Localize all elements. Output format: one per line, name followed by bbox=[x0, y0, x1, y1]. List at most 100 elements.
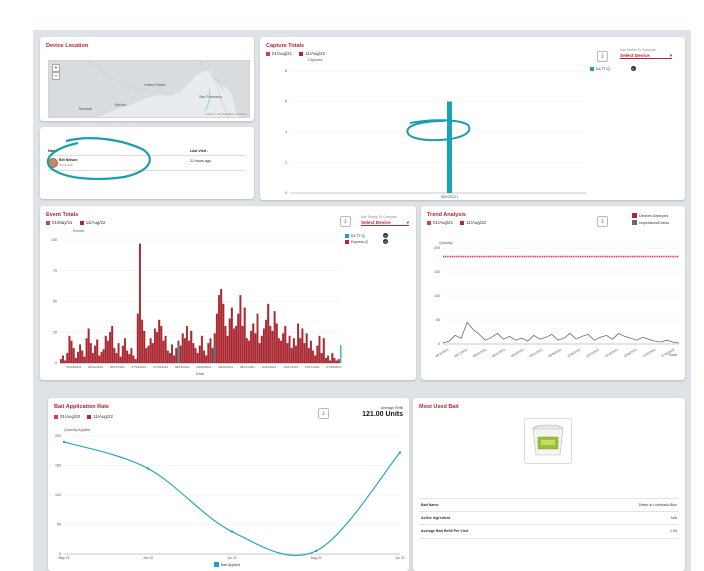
device-select[interactable]: Select Device ▾ bbox=[620, 53, 672, 59]
legend-label: Inspections/Events bbox=[639, 221, 670, 225]
y-tick-label: 6 bbox=[285, 100, 287, 104]
legend-swatch bbox=[54, 415, 58, 419]
bar bbox=[277, 338, 280, 364]
legend-swatch bbox=[299, 52, 304, 56]
legend-item[interactable]: 01/May/21 bbox=[46, 220, 73, 225]
legend-item[interactable]: 01/Aug/20 bbox=[54, 414, 80, 419]
bar bbox=[106, 340, 109, 364]
x-tick-label: 10/05/2021 bbox=[566, 347, 581, 358]
bar bbox=[275, 323, 278, 364]
x-tick-label: 06/27/2021 bbox=[110, 365, 125, 369]
bar bbox=[79, 344, 82, 364]
bait-series-legend[interactable]: Bait Applied bbox=[214, 562, 240, 567]
chevron-down-icon: ▾ bbox=[406, 220, 409, 225]
map-label-mexicali: Mexicali bbox=[79, 107, 92, 111]
bar bbox=[245, 338, 248, 364]
trend-chart: 0 50 100 150 200 08/10/2021 08/17/2021 08/24/20… bbox=[434, 246, 680, 358]
bar bbox=[171, 344, 173, 364]
close-icon[interactable]: × bbox=[383, 239, 388, 244]
bar bbox=[100, 351, 103, 364]
x-tick-label: 09/28/2021 bbox=[547, 347, 562, 358]
capture-device-legend: D4 TT-Q × bbox=[590, 66, 636, 71]
bar bbox=[186, 325, 188, 364]
x-tick-label: Jun 22 bbox=[143, 556, 153, 560]
download-button[interactable]: ⤓ bbox=[340, 216, 351, 227]
bar bbox=[335, 360, 338, 364]
annotation-scribble bbox=[46, 137, 151, 181]
bar bbox=[331, 353, 334, 364]
device-location-card: Device Location United States Mexico San… bbox=[40, 37, 254, 121]
bar bbox=[200, 335, 203, 364]
bar bbox=[290, 348, 293, 364]
x-tick-label: Jul 22 bbox=[395, 556, 404, 560]
zoom-out-button[interactable]: – bbox=[52, 72, 60, 80]
legend-item[interactable]: 11/Aug/22 bbox=[79, 220, 105, 225]
bar bbox=[211, 348, 214, 364]
dashboard-background: Device Location United States Mexico San… bbox=[33, 30, 691, 571]
download-button[interactable]: ⤓ bbox=[597, 216, 608, 227]
device-swatch bbox=[590, 67, 594, 71]
bar bbox=[301, 328, 304, 364]
device-legend-item[interactable]: Express-Q × bbox=[345, 239, 388, 245]
compare-label: Add Device To Compare bbox=[361, 215, 397, 219]
capture-chart: 0246808/10/2021Date bbox=[285, 69, 586, 199]
x-tick-label: May 22 bbox=[58, 556, 69, 560]
bar bbox=[74, 357, 77, 364]
bar bbox=[241, 325, 244, 364]
bar bbox=[254, 333, 257, 364]
bar bbox=[119, 356, 122, 364]
legend-item[interactable]: 11/Aug/22 bbox=[299, 51, 325, 56]
map-label-mexico: Mexico bbox=[115, 103, 127, 107]
y-tick-label: 50 bbox=[53, 300, 57, 304]
y-tick-label: 25 bbox=[53, 330, 57, 334]
close-icon[interactable]: × bbox=[383, 233, 388, 238]
bar bbox=[252, 323, 255, 364]
legend-label: 01/May/21 bbox=[52, 220, 73, 225]
bar bbox=[91, 353, 94, 364]
bar bbox=[141, 319, 144, 364]
bar bbox=[153, 328, 156, 364]
bar bbox=[179, 345, 182, 364]
legend-item[interactable]: 11/Aug/22 bbox=[460, 220, 486, 225]
device-map[interactable]: United States Mexico San Francisco Mexic… bbox=[48, 60, 250, 118]
zoom-in-button[interactable]: + bbox=[52, 64, 60, 72]
bar bbox=[243, 307, 246, 364]
legend-item[interactable]: 11/Aug/22 bbox=[87, 414, 113, 419]
legend-swatch bbox=[214, 562, 219, 567]
x-tick-label: 08/28/2021 bbox=[196, 365, 211, 369]
download-button[interactable]: ⤓ bbox=[318, 408, 329, 419]
bar bbox=[271, 330, 274, 364]
y-tick-label: 2 bbox=[285, 161, 287, 165]
legend-item[interactable]: Inspections/Events bbox=[632, 220, 669, 227]
bar bbox=[265, 319, 268, 364]
chevron-down-icon: ▾ bbox=[669, 53, 672, 58]
bar bbox=[177, 345, 180, 363]
bait-info-value: 1.94 bbox=[670, 529, 677, 533]
bar bbox=[262, 328, 265, 364]
legend-item[interactable]: 01/Aug/21 bbox=[427, 220, 453, 225]
y-tick-label: 150 bbox=[434, 270, 440, 274]
legend-label: 11/Aug/22 bbox=[93, 414, 113, 419]
legend-item[interactable]: 01/Aug/21 bbox=[266, 51, 292, 56]
bar bbox=[273, 311, 276, 364]
bar bbox=[258, 343, 261, 364]
x-tick-label: 05/18/2021 bbox=[66, 365, 81, 369]
bar bbox=[207, 343, 210, 364]
bar bbox=[305, 333, 308, 364]
map-attribution[interactable]: Leaflet | © OpenStreetMap contributors bbox=[205, 113, 247, 116]
bar bbox=[132, 355, 135, 364]
y-tick-label: 75 bbox=[53, 269, 57, 273]
legend-item[interactable]: Devices Deployed bbox=[632, 213, 669, 220]
bar bbox=[89, 343, 92, 364]
bar bbox=[111, 325, 114, 364]
bar bbox=[318, 335, 321, 364]
bar bbox=[224, 325, 227, 364]
bar bbox=[267, 303, 270, 364]
x-axis-title: Date bbox=[669, 353, 677, 357]
device-select[interactable]: Select Device ▾ bbox=[361, 220, 409, 226]
bar bbox=[203, 350, 206, 364]
y-tick-label: 100 bbox=[434, 294, 440, 298]
map-label-san-francisco: San Francisco bbox=[199, 95, 222, 99]
download-button[interactable]: ⤓ bbox=[597, 51, 608, 62]
close-icon[interactable]: × bbox=[630, 66, 636, 71]
